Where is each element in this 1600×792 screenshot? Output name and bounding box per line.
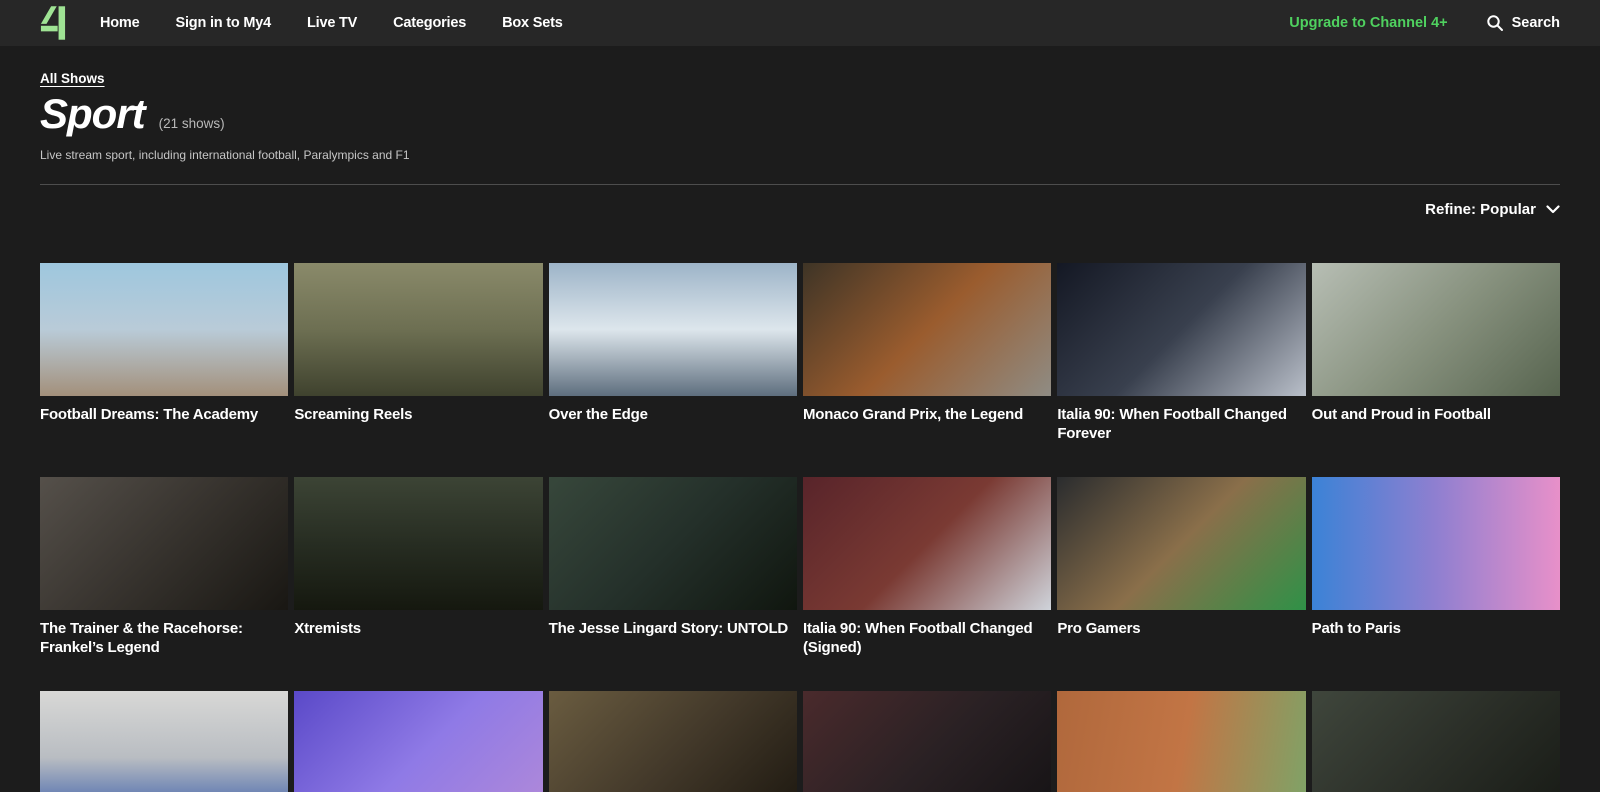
show-thumb [549, 477, 797, 610]
show-tile-sepia-horse-and-man-in-top-hat[interactable] [549, 691, 797, 792]
shows-grid: Football Dreams: The Academy Screaming R… [40, 263, 1560, 792]
show-tile-swimmer-purple-lighting[interactable] [294, 691, 542, 792]
show-title: The Jesse Lingard Story: UNTOLD [549, 619, 792, 638]
show-tile-footballer-white-shirt-dark-stadium[interactable]: Italia 90: When Football Changed Forever [1057, 263, 1305, 443]
show-thumb [1057, 263, 1305, 396]
search-button[interactable]: Search [1486, 14, 1560, 32]
show-title: Screaming Reels [294, 405, 537, 424]
show-tile-para-football-team-blue-kits[interactable] [40, 691, 288, 792]
show-title: Xtremists [294, 619, 537, 638]
sport-category-page: All Shows Sport (21 shows) Live stream s… [0, 46, 1600, 792]
show-thumb [40, 477, 288, 610]
nav-item-home[interactable]: Home [100, 15, 140, 31]
nav-right-group: Upgrade to Channel 4+ Search [1289, 14, 1560, 32]
show-thumb [40, 263, 288, 396]
refine-label: Refine: Popular [1425, 201, 1536, 218]
show-tile-wheelchair-rugby-arena[interactable] [803, 691, 1051, 792]
show-thumb [40, 691, 288, 792]
page-title: Sport [40, 92, 145, 136]
show-tile-skydiver-over-dark-cliff[interactable]: Xtremists [294, 477, 542, 638]
show-thumb [549, 263, 797, 396]
show-title: Over the Edge [549, 405, 792, 424]
show-tile-athletes-collage-blue-pink-gradient[interactable]: Path to Paris [1312, 477, 1560, 638]
search-icon [1486, 14, 1504, 32]
show-thumb [1057, 691, 1305, 792]
show-title: Out and Proud in Football [1312, 405, 1555, 424]
show-tile-man-in-top-hat-with-racehorse[interactable]: The Trainer & the Racehorse: Frankel’s L… [40, 477, 288, 657]
show-thumb [803, 263, 1051, 396]
show-thumb [803, 477, 1051, 610]
search-label: Search [1512, 15, 1560, 31]
show-tile-angler-wading-in-river[interactable]: Screaming Reels [294, 263, 542, 424]
channel4-logo[interactable] [40, 5, 66, 41]
show-tile-man-in-dark-cap-green-tones[interactable]: The Jesse Lingard Story: UNTOLD [549, 477, 797, 638]
show-title: Italia 90: When Football Changed (Signed… [803, 619, 1046, 657]
show-title: Monaco Grand Prix, the Legend [803, 405, 1046, 424]
main-nav: Home Sign in to My4 Live TV Categories B… [100, 15, 563, 31]
nav-item-box-sets[interactable]: Box Sets [502, 15, 562, 31]
channel4-logo-icon [40, 5, 66, 41]
show-thumb [803, 691, 1051, 792]
show-thumb [294, 691, 542, 792]
show-tile-wheelchair-racers-on-track[interactable] [1057, 691, 1305, 792]
header-divider [40, 184, 1560, 185]
refine-dropdown[interactable]: Refine: Popular [40, 199, 1560, 219]
show-count: (21 shows) [159, 116, 225, 131]
chevron-down-icon [1546, 205, 1560, 214]
show-title: Italia 90: When Football Changed Forever [1057, 405, 1300, 443]
page-description: Live stream sport, including internation… [40, 148, 1560, 162]
show-tile-freestyler-on-stone-steps-blue-sky[interactable]: Football Dreams: The Academy [40, 263, 288, 424]
show-tile-woman-in-front-of-tv-dark-room[interactable] [1312, 691, 1560, 792]
show-thumb [1312, 263, 1560, 396]
show-tile-vintage-f1-cars-street-circuit[interactable]: Monaco Grand Prix, the Legend [803, 263, 1051, 424]
show-thumb [294, 263, 542, 396]
breadcrumb-all-shows[interactable]: All Shows [40, 71, 105, 86]
show-title: Football Dreams: The Academy [40, 405, 283, 424]
show-tile-two-men-smiling-indoors[interactable]: Out and Proud in Football [1312, 263, 1560, 424]
show-thumb [1312, 477, 1560, 610]
show-tile-footballer-white-shirt-red-crowd[interactable]: Italia 90: When Football Changed (Signed… [803, 477, 1051, 657]
title-row: Sport (21 shows) [40, 92, 1560, 136]
nav-item-sign-in[interactable]: Sign in to My4 [176, 15, 271, 31]
show-title: Path to Paris [1312, 619, 1555, 638]
show-thumb [294, 477, 542, 610]
nav-item-live-tv[interactable]: Live TV [307, 15, 357, 31]
upgrade-channel4plus-link[interactable]: Upgrade to Channel 4+ [1289, 15, 1447, 31]
show-title: Pro Gamers [1057, 619, 1300, 638]
nav-item-categories[interactable]: Categories [393, 15, 466, 31]
show-thumb [1312, 691, 1560, 792]
show-tile-gamer-at-desk-with-monitors[interactable]: Pro Gamers [1057, 477, 1305, 638]
top-navbar: Home Sign in to My4 Live TV Categories B… [0, 0, 1600, 46]
show-title: The Trainer & the Racehorse: Frankel’s L… [40, 619, 283, 657]
show-tile-wingsuit-jumpers-snowy-mountains[interactable]: Over the Edge [549, 263, 797, 424]
show-thumb [549, 691, 797, 792]
show-thumb [1057, 477, 1305, 610]
